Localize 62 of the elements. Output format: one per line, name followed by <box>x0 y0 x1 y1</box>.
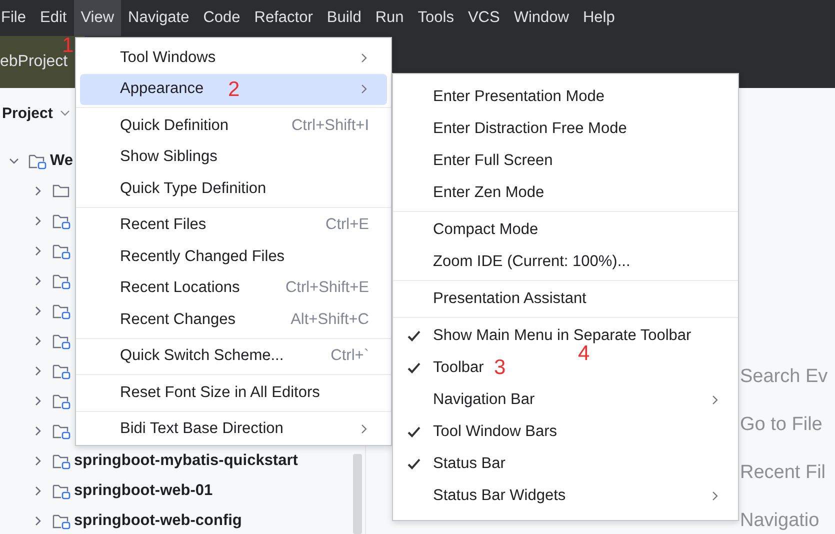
menu-item[interactable]: Navigate <box>121 0 196 36</box>
menu-item[interactable]: Compact Mode <box>433 221 538 239</box>
module-folder-icon <box>52 242 71 260</box>
module-folder-icon <box>52 272 71 290</box>
annotation-number: 1 <box>62 36 74 56</box>
module-folder-icon <box>52 212 71 230</box>
menu-item[interactable]: VCS <box>460 0 507 36</box>
menu-item[interactable]: Window <box>506 0 576 36</box>
menu-item[interactable]: Refactor <box>247 0 320 36</box>
module-folder-icon <box>52 332 71 350</box>
tree-item-label[interactable]: springboot-web-01 <box>74 482 213 500</box>
menu-item[interactable]: Help <box>576 0 622 36</box>
menu-item[interactable]: Enter Zen Mode <box>433 184 544 202</box>
module-folder-icon <box>52 482 71 500</box>
menu-item[interactable]: Quick Type Definition <box>80 173 387 204</box>
annotation-number: 2 <box>228 80 240 100</box>
menu-item[interactable]: Recent Locations Ctrl+Shift+E <box>80 272 387 304</box>
menu-item[interactable]: Recent Changes Alt+Shift+C <box>80 304 387 336</box>
menu-item[interactable]: Presentation Assistant <box>433 290 586 308</box>
menu-item[interactable]: Navigation Bar <box>433 391 535 409</box>
scrollbar-thumb[interactable] <box>353 454 362 534</box>
menu-item[interactable]: Tool Window Bars <box>433 423 558 441</box>
tree-item-label[interactable]: springboot-mybatis-quickstart <box>74 452 298 470</box>
editor-hint: Search Ev <box>740 366 829 388</box>
menu-item[interactable]: Run <box>368 0 411 36</box>
annotation-number: 4 <box>578 344 590 364</box>
module-folder-icon <box>52 392 71 410</box>
menu-item[interactable]: Toolbar <box>433 359 484 377</box>
menu-item[interactable]: Status Bar <box>433 455 506 473</box>
tree-item-label[interactable]: We <box>50 152 73 170</box>
menu-item[interactable]: Tools <box>410 0 461 36</box>
module-folder-icon <box>28 152 47 170</box>
module-folder-icon <box>52 302 71 320</box>
menu-item[interactable]: Code <box>196 0 248 36</box>
menu-item[interactable]: File <box>0 0 33 36</box>
menu-item[interactable]: View <box>74 0 122 36</box>
menu-item[interactable]: Zoom IDE (Current: 100%)... <box>433 253 630 271</box>
editor-hint: Go to File <box>740 414 824 436</box>
menu-item[interactable]: Show Siblings <box>80 142 387 173</box>
module-folder-icon <box>52 452 71 470</box>
menu-item[interactable]: Show Main Menu in Separate Toolbar <box>433 327 692 345</box>
folder-icon <box>52 183 70 199</box>
module-folder-icon <box>52 512 71 530</box>
editor-hint: Navigatio <box>740 510 820 532</box>
menu-item[interactable]: Quick Switch Scheme... Ctrl+` <box>80 340 387 372</box>
menu-item[interactable]: Recently Changed Files <box>80 241 387 272</box>
menu-item[interactable]: Status Bar Widgets <box>433 487 566 505</box>
panel-title[interactable]: Project <box>2 104 53 122</box>
menu-item[interactable]: Bidi Text Base Direction <box>80 414 387 445</box>
tree-item-label[interactable]: springboot-web-config <box>74 512 242 530</box>
menu-item[interactable]: Build <box>320 0 368 36</box>
menu-item[interactable]: Enter Full Screen <box>433 152 553 170</box>
menu-item[interactable]: Reset Font Size in All Editors <box>80 377 387 408</box>
menu-item[interactable]: Quick Definition Ctrl+Shift+I <box>80 110 387 142</box>
module-folder-icon <box>52 422 71 440</box>
menu-item[interactable]: Enter Distraction Free Mode <box>433 120 627 138</box>
module-folder-icon <box>52 362 71 380</box>
menu-item[interactable]: Edit <box>32 0 74 36</box>
editor-hint: Recent Fil <box>740 462 827 484</box>
menu-item[interactable]: Recent Files Ctrl+E <box>80 210 387 241</box>
menu-item[interactable]: Enter Presentation Mode <box>433 88 604 106</box>
annotation-number: 3 <box>494 358 506 378</box>
